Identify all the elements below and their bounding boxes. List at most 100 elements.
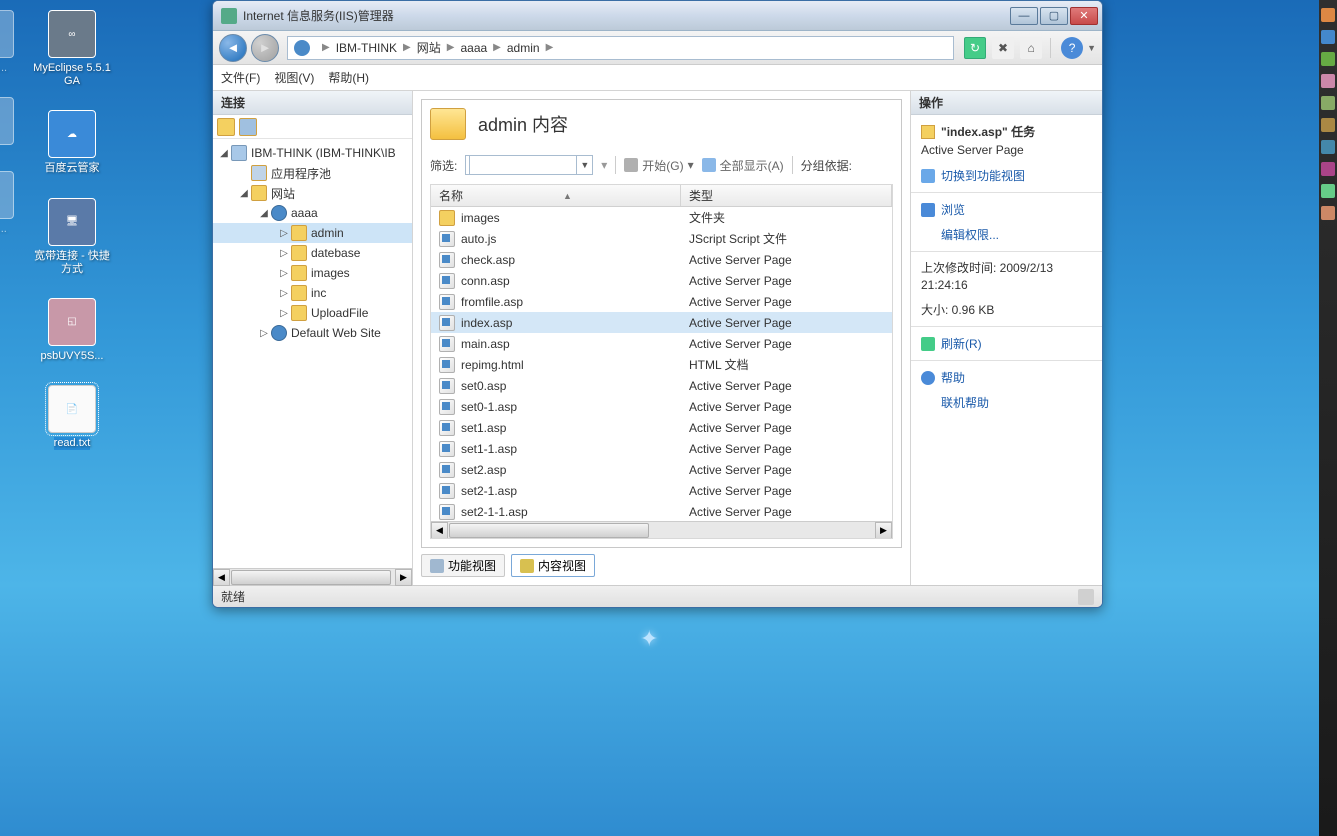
file-row[interactable]: set2-1.aspActive Server Page xyxy=(431,480,892,501)
dropdown-icon[interactable]: ▼ xyxy=(580,160,589,170)
file-row[interactable]: set0-1.aspActive Server Page xyxy=(431,396,892,417)
scroll-right-button[interactable]: ▶ xyxy=(875,522,892,539)
menu-view[interactable]: 视图(V) xyxy=(274,69,314,86)
tree-site-aaaa[interactable]: ◢aaaa xyxy=(213,203,412,223)
filter-label: 筛选: xyxy=(430,157,457,174)
file-row[interactable]: repimg.html HTML 文档 xyxy=(431,354,892,375)
desktop-icon-broadband[interactable]: 🖥宽带连接 - 快捷方式 xyxy=(30,198,114,276)
file-name: set0-1.asp xyxy=(461,400,517,414)
file-icon xyxy=(439,252,455,268)
minimize-button[interactable]: — xyxy=(1010,7,1038,25)
breadcrumb-item[interactable]: aaaa xyxy=(460,41,487,55)
tree-folder-uploadfile[interactable]: ▷UploadFile xyxy=(213,303,412,323)
features-view-tab[interactable]: 功能视图 xyxy=(421,554,505,577)
file-icon xyxy=(439,294,455,310)
tree-horizontal-scrollbar[interactable]: ◀ ▶ xyxy=(213,568,412,585)
titlebar[interactable]: Internet 信息服务(IIS)管理器 — ▢ ✕ xyxy=(213,1,1102,31)
tree-sites[interactable]: ◢网站 xyxy=(213,183,412,203)
breadcrumb-item[interactable]: admin xyxy=(507,41,540,55)
file-list: 名称▲ 类型 images文件夹auto.jsJScript Script 文件… xyxy=(430,184,893,539)
back-button[interactable]: ◄ xyxy=(219,34,247,62)
scroll-left-button[interactable]: ◀ xyxy=(213,569,230,586)
scroll-thumb[interactable] xyxy=(231,570,391,585)
file-row[interactable]: set2.aspActive Server Page xyxy=(431,459,892,480)
file-row[interactable]: set1-1.aspActive Server Page xyxy=(431,438,892,459)
file-name: repimg.html xyxy=(461,358,524,372)
desktop-icon-baiduyun[interactable]: ☁百度云管家 xyxy=(30,110,114,175)
connections-tree[interactable]: ◢IBM-THINK (IBM-THINK\IB 应用程序池 ◢网站 ◢aaaa… xyxy=(213,139,412,568)
file-icon xyxy=(439,504,455,520)
actions-panel: 操作 "index.asp" 任务 Active Server Page 切换到… xyxy=(910,91,1102,585)
app-icon xyxy=(221,8,237,24)
menu-file[interactable]: 文件(F) xyxy=(221,69,260,86)
file-row[interactable]: images文件夹 xyxy=(431,207,892,228)
tree-folder-inc[interactable]: ▷inc xyxy=(213,283,412,303)
file-row[interactable]: set0.aspActive Server Page xyxy=(431,375,892,396)
forward-button[interactable]: ► xyxy=(251,34,279,62)
right-taskbar-slice xyxy=(1319,0,1337,836)
help-button[interactable]: ? xyxy=(1061,37,1083,59)
tree-folder-datebase[interactable]: ▷datebase xyxy=(213,243,412,263)
file-row[interactable]: conn.aspActive Server Page xyxy=(431,270,892,291)
col-name-header[interactable]: 名称▲ xyxy=(431,185,681,206)
online-help-link[interactable]: 联机帮助 xyxy=(911,390,1102,415)
desktop-icon-myeclipse[interactable]: ∞MyEclipse 5.5.1 GA xyxy=(30,10,114,88)
dropdown-arrow-icon[interactable]: ▼ xyxy=(1087,43,1096,53)
file-row[interactable]: index.aspActive Server Page xyxy=(431,312,892,333)
content-panel: admin 内容 筛选: ▼ ▾ 开始(G) ▾ 全部显示(A) 分组依据: xyxy=(413,91,910,585)
tree-default-web-site[interactable]: ▷Default Web Site xyxy=(213,323,412,343)
desktop-icon-psb[interactable]: ◱psbUVY5S... xyxy=(30,298,114,363)
browse-link[interactable]: 浏览 xyxy=(911,197,1102,222)
scroll-left-button[interactable]: ◀ xyxy=(431,522,448,539)
save-icon[interactable] xyxy=(239,118,257,136)
file-type: Active Server Page xyxy=(681,379,892,393)
close-button[interactable]: ✕ xyxy=(1070,7,1098,25)
file-list-body[interactable]: images文件夹auto.jsJScript Script 文件check.a… xyxy=(431,207,892,521)
col-type-header[interactable]: 类型 xyxy=(681,185,892,206)
file-row[interactable]: main.aspActive Server Page xyxy=(431,333,892,354)
stop-button[interactable]: ✖ xyxy=(992,37,1014,59)
file-name: images xyxy=(461,211,500,225)
scroll-thumb[interactable] xyxy=(449,523,649,538)
file-icon xyxy=(439,273,455,289)
file-row[interactable]: auto.jsJScript Script 文件 xyxy=(431,228,892,249)
file-icon xyxy=(921,125,935,139)
refresh-link[interactable]: 刷新(R) xyxy=(911,331,1102,356)
help-link[interactable]: 帮助 xyxy=(911,365,1102,390)
maximize-button[interactable]: ▢ xyxy=(1040,7,1068,25)
file-row[interactable]: fromfile.aspActive Server Page xyxy=(431,291,892,312)
file-icon xyxy=(439,462,455,478)
filter-input[interactable] xyxy=(469,155,577,175)
edit-permissions-link[interactable]: 编辑权限... xyxy=(911,222,1102,247)
connections-header: 连接 xyxy=(213,91,412,115)
show-all-button[interactable]: 全部显示(A) xyxy=(702,157,784,174)
file-row[interactable]: set1.aspActive Server Page xyxy=(431,417,892,438)
tree-folder-admin[interactable]: ▷admin xyxy=(213,223,412,243)
desktop-icon-read-txt[interactable]: 📄read.txt xyxy=(30,385,114,450)
tree-folder-images[interactable]: ▷images xyxy=(213,263,412,283)
file-icon xyxy=(439,399,455,415)
switch-to-features-link[interactable]: 切换到功能视图 xyxy=(911,163,1102,188)
breadcrumb-item[interactable]: 网站 xyxy=(417,39,441,56)
window-title: Internet 信息服务(IIS)管理器 xyxy=(243,7,1008,24)
tree-app-pools[interactable]: 应用程序池 xyxy=(213,163,412,183)
home-button[interactable]: ⌂ xyxy=(1020,37,1042,59)
tree-server-node[interactable]: ◢IBM-THINK (IBM-THINK\IB xyxy=(213,143,412,163)
file-list-horizontal-scrollbar[interactable]: ◀ ▶ xyxy=(431,521,892,538)
start-button[interactable]: 开始(G) ▾ xyxy=(624,157,693,174)
file-type: Active Server Page xyxy=(681,421,892,435)
breadcrumb-item[interactable]: IBM-THINK xyxy=(336,41,397,55)
file-row[interactable]: set2-1-1.aspActive Server Page xyxy=(431,501,892,521)
address-bar[interactable]: ▶ IBM-THINK▶ 网站▶ aaaa▶ admin▶ xyxy=(287,36,954,60)
navbar: ◄ ► ▶ IBM-THINK▶ 网站▶ aaaa▶ admin▶ ↻ ✖ ⌂ … xyxy=(213,31,1102,65)
file-type: HTML 文档 xyxy=(681,356,892,373)
content-view-tab[interactable]: 内容视图 xyxy=(511,554,595,577)
file-name: set2-1.asp xyxy=(461,484,517,498)
scroll-right-button[interactable]: ▶ xyxy=(395,569,412,586)
file-name: check.asp xyxy=(461,253,515,267)
go-button[interactable]: ↻ xyxy=(964,37,986,59)
file-type: Active Server Page xyxy=(681,253,892,267)
connect-icon[interactable] xyxy=(217,118,235,136)
menu-help[interactable]: 帮助(H) xyxy=(328,69,369,86)
file-row[interactable]: check.asp Active Server Page xyxy=(431,249,892,270)
